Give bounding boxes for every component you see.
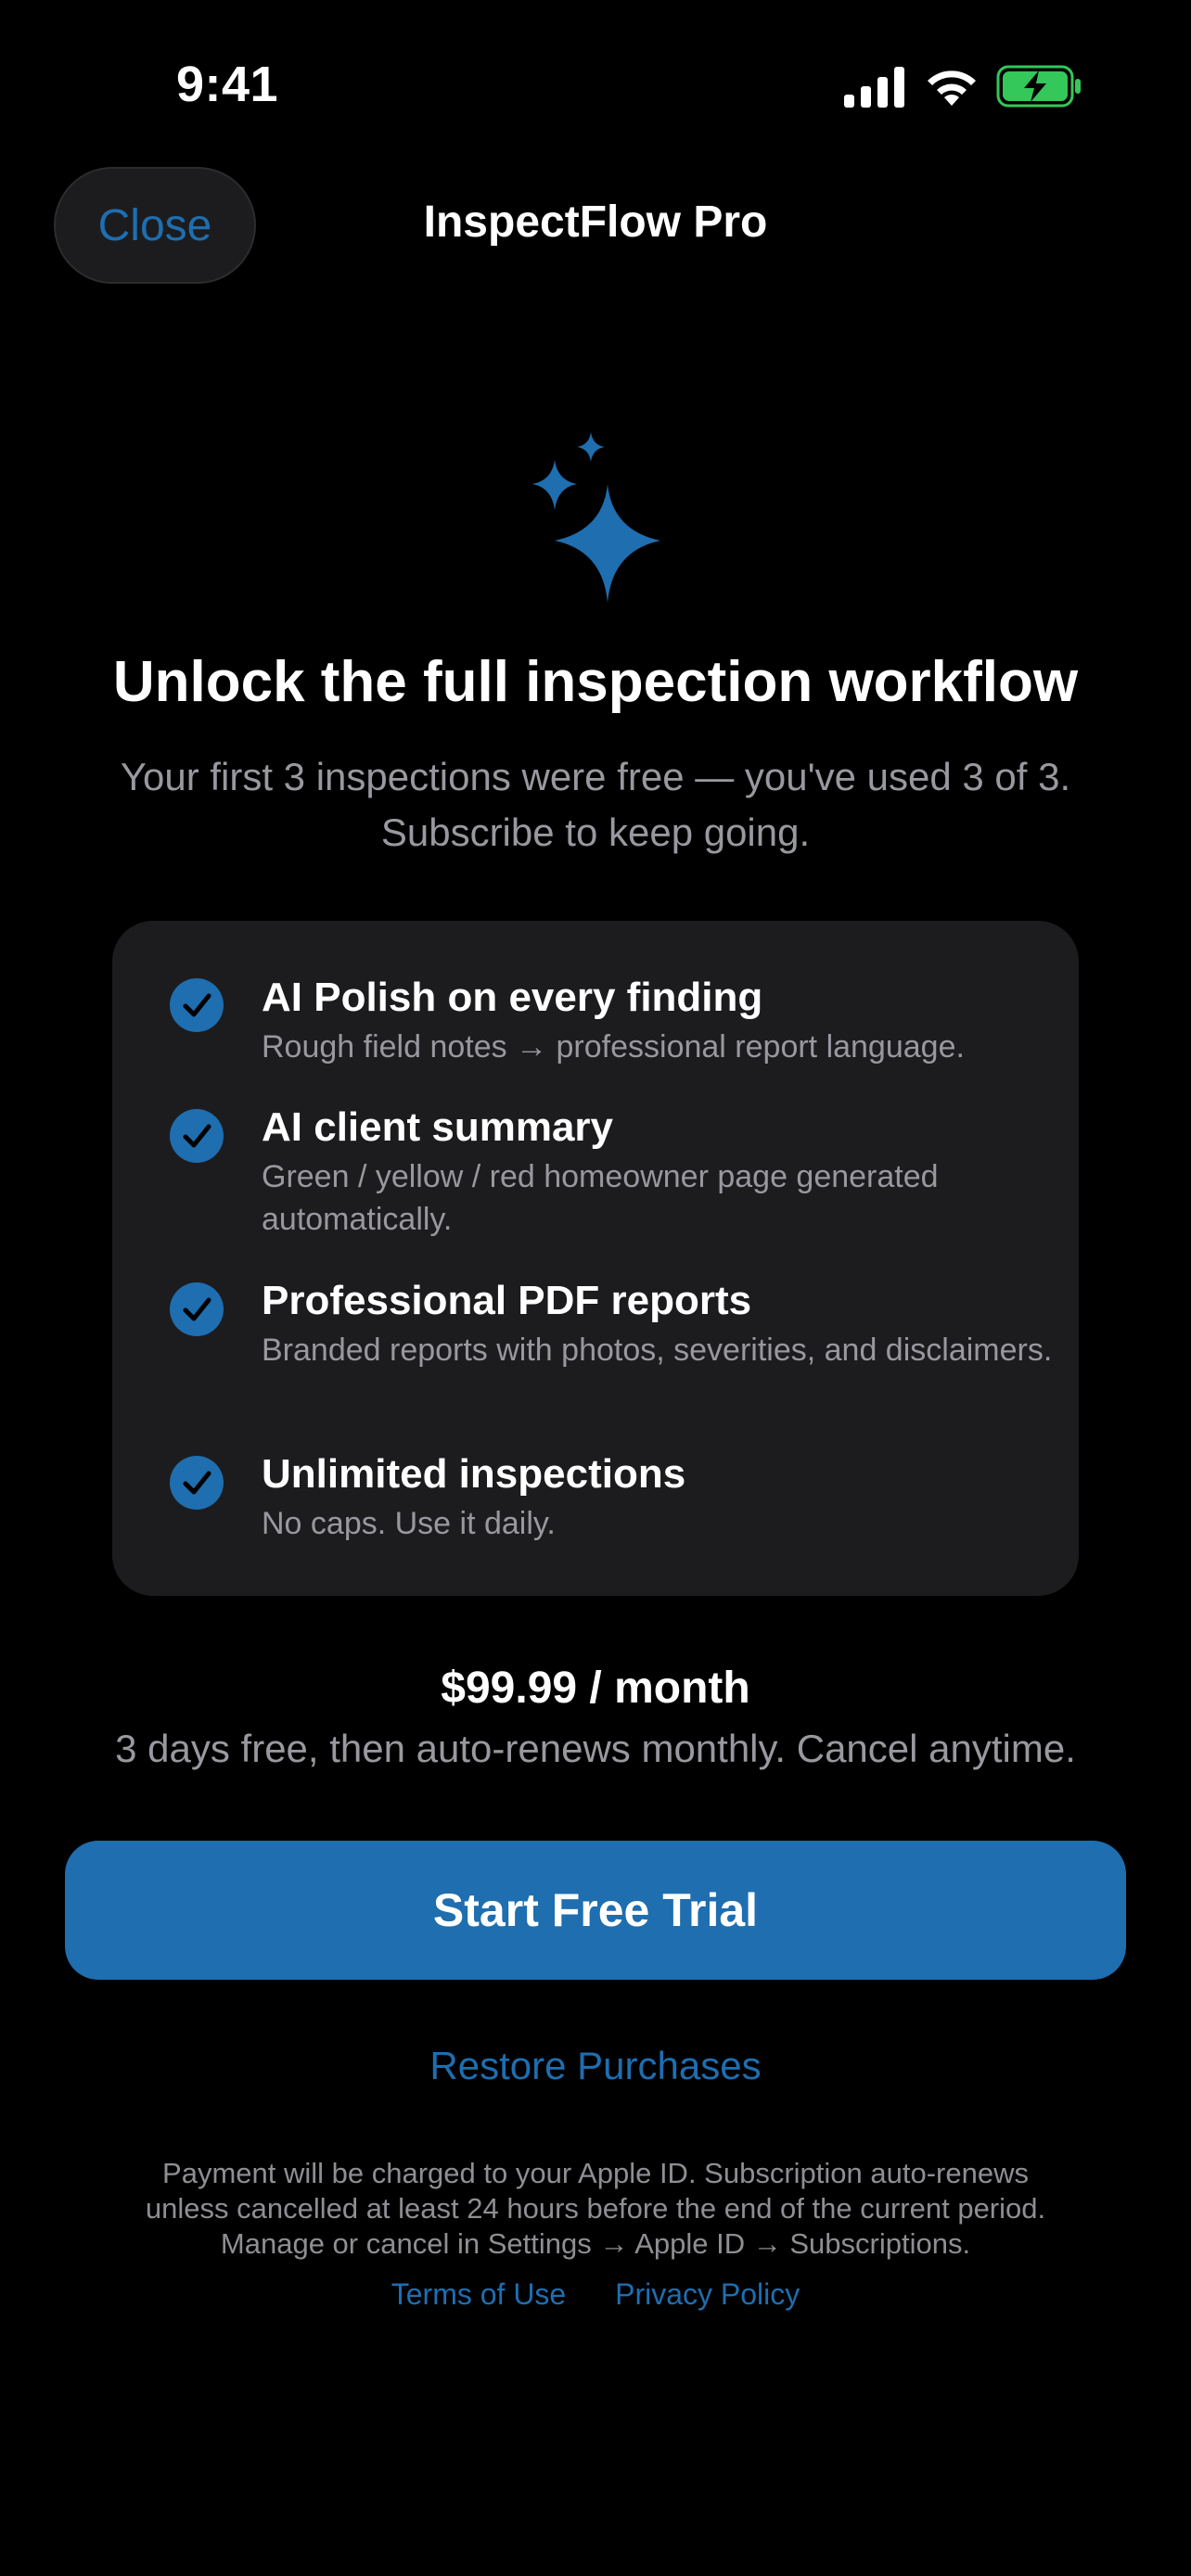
feature-description: Branded reports with photos, severities,… <box>262 1333 1053 1368</box>
start-free-trial-button[interactable]: Start Free Trial <box>65 1841 1126 1980</box>
paywall-headline: Unlock the full inspection workflow <box>112 650 1079 714</box>
checkmark-circle-icon <box>170 1109 224 1163</box>
checkmark-circle-icon <box>170 1456 224 1510</box>
nav-title: InspectFlow Pro <box>423 198 768 247</box>
legal-disclaimer: Payment will be charged to your Apple ID… <box>74 2156 1117 2262</box>
checkmark-circle-icon <box>170 1282 224 1336</box>
cellular-signal-icon <box>844 67 904 108</box>
feature-description: Green / yellow / red homeowner page gene… <box>262 1159 939 1237</box>
feature-title: Unlimited inspections <box>262 1451 686 1497</box>
subheadline-line-2: Subscribe to keep going. <box>380 810 811 854</box>
features-card: AI Polish on every finding Rough field n… <box>112 921 1079 1596</box>
battery-charging-icon <box>996 65 1081 108</box>
legal-line-3: Manage or cancel in Settings → Apple ID … <box>220 2227 971 2260</box>
sparkles-icon <box>532 432 660 603</box>
status-time: 9:41 <box>176 57 279 112</box>
feature-title: AI Polish on every finding <box>262 975 763 1020</box>
status-bar: 9:41 <box>0 0 1191 176</box>
privacy-policy-link[interactable]: Privacy Policy <box>615 2277 800 2311</box>
restore-purchases-button[interactable]: Restore Purchases <box>0 2044 1191 2088</box>
legal-line-1: Payment will be charged to your Apple ID… <box>162 2157 1029 2189</box>
status-icons <box>844 65 1085 109</box>
terms-of-use-link[interactable]: Terms of Use <box>391 2277 566 2311</box>
feature-title: Professional PDF reports <box>262 1278 752 1323</box>
price-note: 3 days free, then auto-renews monthly. C… <box>115 1727 1076 1770</box>
checkmark-circle-icon <box>170 978 224 1032</box>
price-label: $99.99 / month <box>441 1664 750 1713</box>
wifi-icon <box>928 70 976 106</box>
subheadline-line-1: Your first 3 inspections were free — you… <box>120 755 1071 798</box>
legal-line-2: unless cancelled at least 24 hours befor… <box>145 2192 1046 2225</box>
feature-description: No caps. Use it daily. <box>262 1506 556 1541</box>
feature-title: AI client summary <box>262 1104 614 1150</box>
feature-description: Rough field notes → professional report … <box>262 1029 965 1065</box>
legal-links: Terms of Use Privacy Policy <box>0 2277 1191 2312</box>
paywall-subheadline: Your first 3 inspections were free — you… <box>56 749 1135 861</box>
